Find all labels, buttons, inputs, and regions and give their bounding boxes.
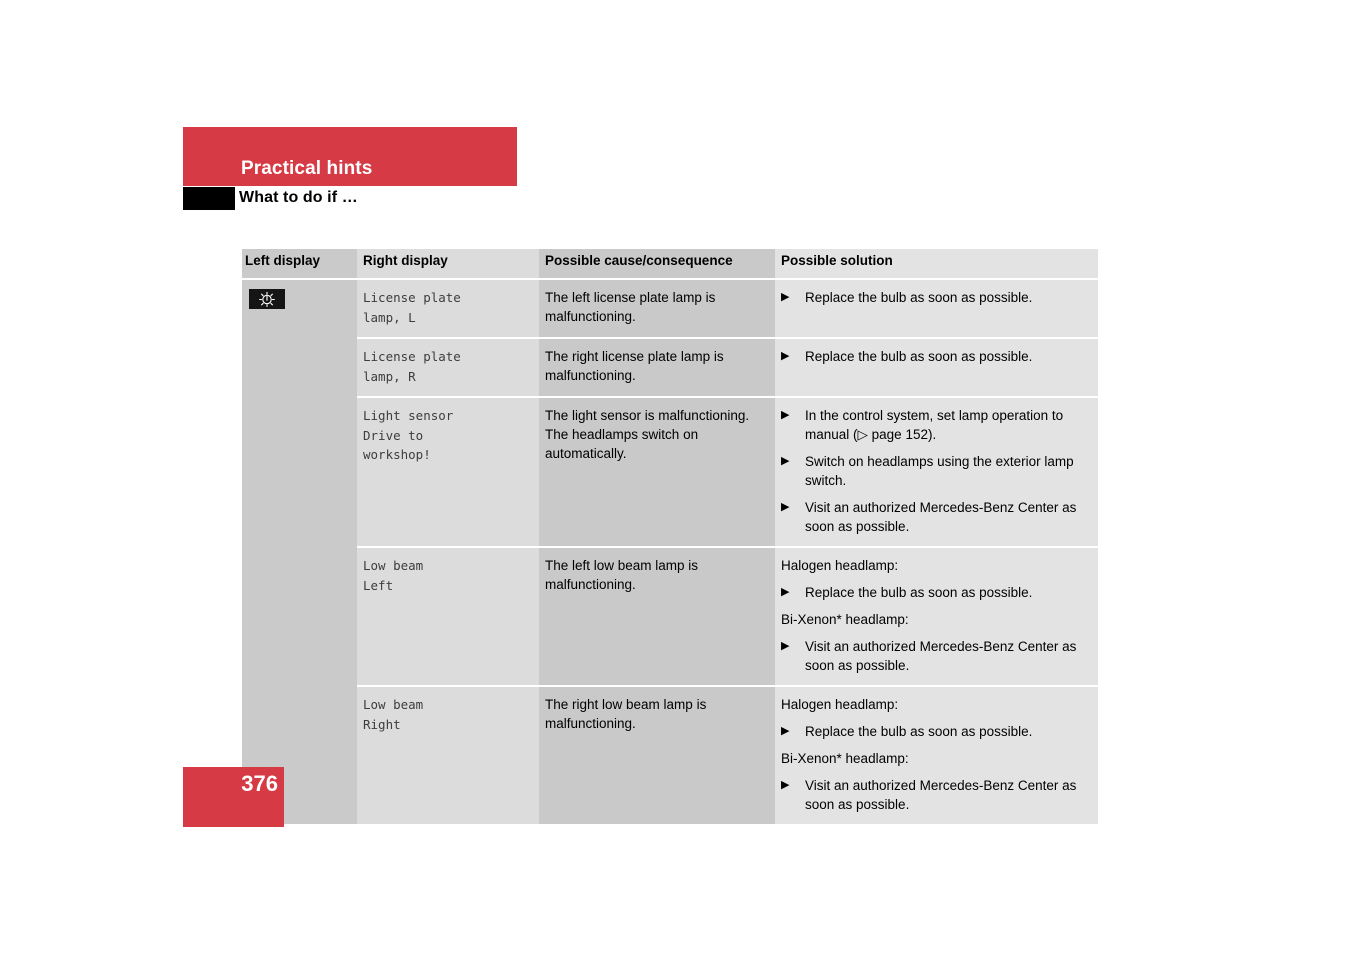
column-header-left-display: Left display [242,249,357,279]
solution-bullet: ▶ Replace the bulb as soon as possible. [781,288,1088,307]
solution-bullet: ▶ Replace the bulb as soon as possible. [781,583,1088,602]
cell-right-display: Light sensor Drive to workshop! [357,396,539,547]
page-number-block: 376 [183,767,284,827]
solution-label: Bi-Xenon* headlamp: [781,751,909,766]
solution-bullet: ▶ Visit an authorized Mercedes-Benz Cente… [781,498,1088,536]
solution-bullet: ▶ Visit an authorized Mercedes-Benz Cente… [781,776,1088,814]
cell-cause: The left license plate lamp is malfuncti… [539,278,775,338]
column-header-solution: Possible solution [775,249,1098,279]
chapter-banner: Practical hints [183,127,517,186]
solution-bullet-text: Replace the bulb as soon as possible. [805,585,1033,600]
chapter-title: Practical hints [241,158,373,179]
bullet-triangle-icon: ▶ [781,640,790,652]
table-row: License plate lamp, R The right license p… [242,337,1098,397]
solution-bullet-text: Visit an authorized Mercedes-Benz Center… [805,639,1077,673]
cell-cause: The right low beam lamp is malfunctionin… [539,685,775,824]
cell-right-display: Low beam Right [357,685,539,824]
cell-solution: ▶ Replace the bulb as soon as possible. [775,278,1098,338]
solution-bullet: ▶ Replace the bulb as soon as possible. [781,722,1088,741]
cell-right-display: License plate lamp, R [357,337,539,397]
cell-cause: The left low beam lamp is malfunctioning… [539,546,775,686]
solution-bullet: ▶ In the control system, set lamp operati… [781,406,1088,444]
bullet-triangle-icon: ▶ [781,409,790,421]
table-header: Left display Right display Possible caus… [242,249,1098,279]
table-row: License plate lamp, L The left license pl… [242,278,1098,338]
column-header-right-display: Right display [357,249,539,279]
cell-right-display: License plate lamp, L [357,278,539,338]
section-title: What to do if … [239,189,358,206]
table-row: Low beam Right The right low beam lamp is… [242,685,1098,824]
bullet-triangle-icon: ▶ [781,779,790,791]
solution-bullet-text: Switch on headlamps using the exterior l… [805,454,1074,488]
cell-cause: The right license plate lamp is malfunct… [539,337,775,397]
fault-message-table: Left display Right display Possible caus… [242,249,1098,824]
solution-label: Halogen headlamp: [781,697,899,712]
page-number: 376 [241,771,278,796]
solution-label: Bi-Xenon* headlamp: [781,612,909,627]
section-header-row: What to do if … [183,187,683,211]
solution-bullet-text: Replace the bulb as soon as possible. [805,349,1033,364]
bullet-triangle-icon: ▶ [781,586,790,598]
solution-bullet-text: Replace the bulb as soon as possible. [805,724,1033,739]
cell-left-display [242,338,357,397]
solution-bullet: ▶ Visit an authorized Mercedes-Benz Cente… [781,637,1088,675]
cell-right-display: Low beam Left [357,546,539,686]
table-row: Low beam Left The left low beam lamp is m… [242,546,1098,686]
cell-cause: The light sensor is malfunctioning. The … [539,396,775,547]
cell-solution: Halogen headlamp: ▶ Replace the bulb as so… [775,546,1098,686]
solution-bullet-text: Visit an authorized Mercedes-Benz Center… [805,500,1077,534]
column-header-cause: Possible cause/consequence [539,249,775,279]
cell-left-display [242,547,357,686]
table-body: License plate lamp, L The left license pl… [242,278,1098,824]
bullet-triangle-icon: ▶ [781,501,790,513]
cell-left-display [242,278,357,338]
section-marker-block [183,187,235,210]
solution-bullet-text: Visit an authorized Mercedes-Benz Center… [805,778,1077,812]
solution-bullet-text: Replace the bulb as soon as possible. [805,290,1033,305]
bullet-triangle-icon: ▶ [781,455,790,467]
solution-bullet: ▶ Replace the bulb as soon as possible. [781,347,1088,366]
bullet-triangle-icon: ▶ [781,291,790,303]
cell-solution: ▶ In the control system, set lamp operati… [775,396,1098,547]
table-row: Light sensor Drive to workshop! The light… [242,396,1098,547]
bullet-triangle-icon: ▶ [781,725,790,737]
solution-bullet: ▶ Switch on headlamps using the exterior … [781,452,1088,490]
solution-label: Halogen headlamp: [781,558,899,573]
cell-solution: ▶ Replace the bulb as soon as possible. [775,337,1098,397]
lamp-indicator-icon [249,289,285,309]
cell-solution: Halogen headlamp: ▶ Replace the bulb as so… [775,685,1098,824]
bullet-triangle-icon: ▶ [781,350,790,362]
cell-left-display [242,397,357,547]
solution-bullet-text: In the control system, set lamp operatio… [805,408,1064,442]
table-header-row: Left display Right display Possible caus… [242,249,1098,279]
